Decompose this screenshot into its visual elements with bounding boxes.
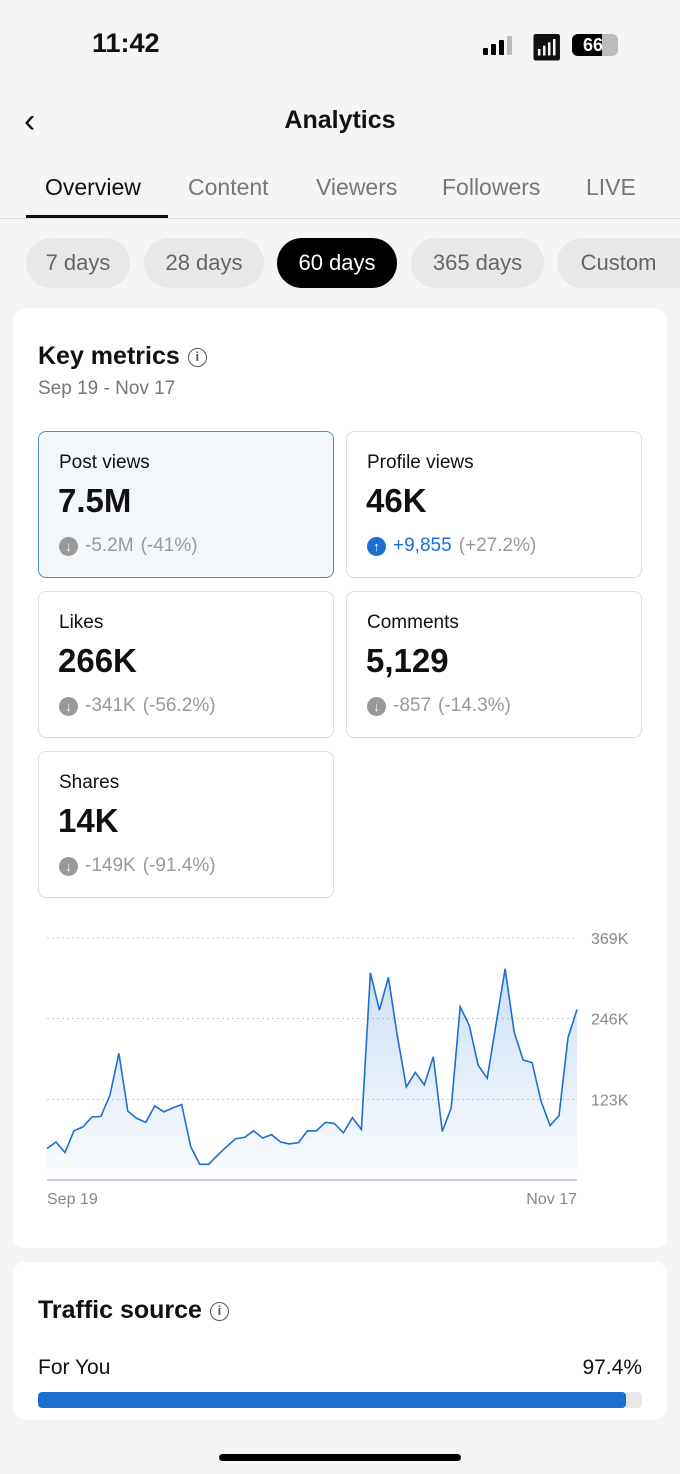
metric-change: +9,855 xyxy=(393,535,452,556)
arrow-up-icon: ↑ xyxy=(367,536,386,556)
metric-label: Comments xyxy=(367,612,459,633)
metric-label: Post views xyxy=(59,452,150,473)
metric-card-shares[interactable]: Shares 14K ↓ -149K (-91.4%) xyxy=(38,751,334,898)
metric-change: -857 xyxy=(393,695,432,716)
date-range: Sep 19 - Nov 17 xyxy=(38,378,176,399)
x-end-label: Nov 17 xyxy=(526,1191,577,1208)
tab-live[interactable]: LIVE xyxy=(586,174,636,201)
range-28-days[interactable]: 28 days xyxy=(144,238,264,288)
home-indicator xyxy=(219,1454,461,1461)
active-tab-indicator xyxy=(26,215,168,218)
tab-overview[interactable]: Overview xyxy=(45,174,141,201)
traffic-progress-fill xyxy=(38,1392,627,1408)
metric-card-comments[interactable]: Comments 5,129 ↓ -857 (-14.3%) xyxy=(346,591,642,738)
key-metrics-card: Key metrics i Sep 19 - Nov 17 Post views … xyxy=(13,308,667,1248)
tab-bar: Overview Content Viewers Followers LIVE xyxy=(0,170,680,219)
metric-label: Likes xyxy=(59,612,104,633)
metric-value: 5,129 xyxy=(366,642,449,679)
metric-label: Shares xyxy=(59,772,120,793)
status-time: 11:42 xyxy=(92,28,160,58)
arrow-down-icon: ↓ xyxy=(59,696,78,716)
metric-card-likes[interactable]: Likes 266K ↓ -341K (-56.2%) xyxy=(38,591,334,738)
metric-change: -149K xyxy=(85,855,136,876)
page-title: Analytics xyxy=(284,106,396,134)
arrow-down-icon: ↓ xyxy=(59,856,78,876)
wifi-icon: 📶︎ xyxy=(530,32,564,62)
range-7-days[interactable]: 7 days xyxy=(26,238,130,288)
arrow-down-icon: ↓ xyxy=(367,696,386,716)
metric-value: 266K xyxy=(58,642,137,679)
tab-viewers[interactable]: Viewers xyxy=(316,174,397,201)
metric-change-percent: (-14.3%) xyxy=(438,695,511,716)
traffic-source-title: Traffic source xyxy=(38,1296,202,1324)
metric-change: -341K xyxy=(85,695,136,716)
range-custom[interactable]: Custom xyxy=(557,238,680,288)
traffic-source-heading: Traffic source i xyxy=(38,1296,229,1325)
metric-change-percent: (+27.2%) xyxy=(458,535,537,556)
range-365-days[interactable]: 365 days xyxy=(411,238,544,288)
metric-value: 46K xyxy=(366,482,427,519)
info-icon[interactable]: i xyxy=(187,348,207,367)
x-start-label: Sep 19 xyxy=(47,1191,98,1208)
traffic-value: 97.4% xyxy=(582,1356,642,1379)
y-tick-label: 123K xyxy=(591,1092,629,1109)
signal-icon xyxy=(483,36,512,55)
battery-icon: 66 xyxy=(572,34,618,56)
views-chart: 123K 246K 369K Sep 19 Nov 17 xyxy=(46,931,629,1208)
metric-change: -5.2M xyxy=(85,535,134,556)
range-60-days[interactable]: 60 days xyxy=(277,238,397,288)
traffic-source-card: Traffic source i For You 97.4% xyxy=(13,1262,667,1420)
metric-change-percent: (-56.2%) xyxy=(142,695,216,716)
metric-change-percent: (-91.4%) xyxy=(142,855,216,876)
traffic-label: For You xyxy=(38,1356,111,1379)
y-tick-label: 246K xyxy=(591,1012,629,1029)
metric-card-post-views[interactable]: Post views 7.5M ↓ -5.2M (-41%) xyxy=(38,431,334,578)
metric-value: 14K xyxy=(58,802,119,839)
tab-content[interactable]: Content xyxy=(188,174,269,201)
tab-followers[interactable]: Followers xyxy=(442,174,540,201)
metric-card-profile-views[interactable]: Profile views 46K ↑ +9,855 (+27.2%) xyxy=(346,431,642,578)
metric-change-percent: (-41%) xyxy=(140,535,198,556)
battery-level: 66 xyxy=(582,35,604,55)
key-metrics-title: Key metrics xyxy=(38,342,180,370)
chart-area xyxy=(47,968,577,1180)
y-tick-label: 369K xyxy=(591,931,629,948)
metric-label: Profile views xyxy=(367,452,474,473)
metric-value: 7.5M xyxy=(58,482,132,519)
arrow-down-icon: ↓ xyxy=(59,536,78,556)
traffic-progress-bar xyxy=(38,1392,642,1408)
info-icon[interactable]: i xyxy=(209,1302,229,1321)
key-metrics-heading: Key metrics i xyxy=(38,342,207,371)
